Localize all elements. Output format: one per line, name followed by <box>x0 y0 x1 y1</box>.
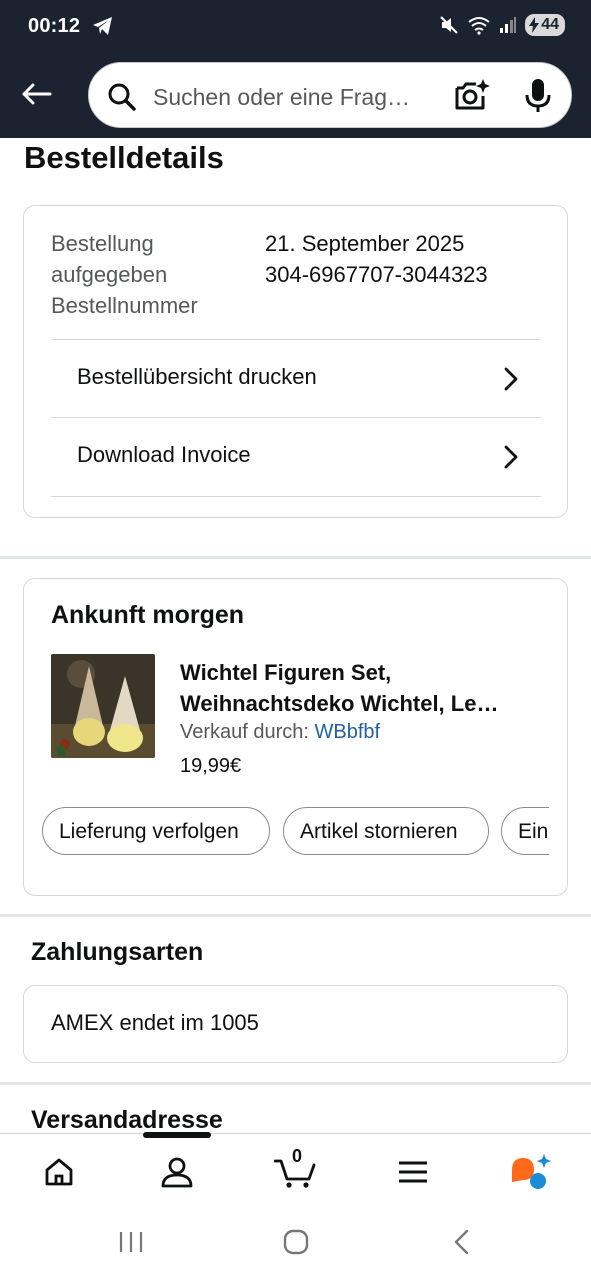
search-icon <box>108 83 136 111</box>
telegram-icon <box>93 17 112 35</box>
battery-indicator: 44 <box>525 14 565 36</box>
chevron-right-icon <box>504 367 518 391</box>
seller-line: Verkauf durch: WBbfbf <box>180 721 380 744</box>
status-time: 00:12 <box>28 15 81 37</box>
charging-icon <box>529 17 540 33</box>
signal-icon <box>500 17 517 33</box>
nav-menu[interactable] <box>391 1150 435 1194</box>
seller-link[interactable]: WBbfbf <box>315 721 381 743</box>
status-bar: 00:12 44 <box>0 0 591 56</box>
app-header: Suchen oder eine Frag… <box>0 56 591 138</box>
back-arrow-icon <box>22 83 52 105</box>
product-thumbnail <box>51 654 155 758</box>
product-image[interactable] <box>51 654 155 758</box>
order-info-labels: Bestellung aufgegeben Bestellnummer <box>51 228 198 321</box>
wifi-icon <box>468 17 490 35</box>
rufus-assistant-icon <box>512 1154 551 1189</box>
chevron-right-icon <box>504 445 518 469</box>
nav-rufus[interactable] <box>508 1150 552 1194</box>
payment-title: Zahlungsarten <box>31 938 204 966</box>
cart-count: 0 <box>292 1146 303 1166</box>
recent-apps-icon[interactable] <box>118 1230 144 1254</box>
order-label-placed-2: aufgegeben <box>51 262 168 287</box>
system-navigation <box>0 1208 591 1280</box>
page-title: Bestelldetails <box>24 140 224 175</box>
camera-search-icon[interactable] <box>453 77 491 113</box>
nav-account[interactable] <box>155 1150 199 1194</box>
seller-prefix: Verkauf durch: <box>180 721 315 743</box>
product-price: 19,99€ <box>180 755 242 777</box>
cancel-item-button[interactable]: Artikel stornieren <box>283 807 489 855</box>
person-icon <box>161 1157 193 1188</box>
payment-card: AMEX endet im 1005 <box>23 985 568 1063</box>
back-button[interactable] <box>16 74 56 114</box>
more-action-button[interactable]: Ein <box>501 807 549 855</box>
bottom-nav: 0 <box>0 1132 591 1208</box>
home-system-icon[interactable] <box>282 1228 310 1256</box>
search-bar[interactable]: Suchen oder eine Frag… <box>88 62 572 128</box>
status-icons: 44 <box>439 14 565 36</box>
nav-cart[interactable]: 0 <box>272 1146 320 1194</box>
product-title[interactable]: Wichtel Figuren Set, Weihnachtsdeko Wich… <box>180 657 550 719</box>
shipping-title: Versandadresse <box>31 1106 223 1134</box>
section-divider <box>0 556 591 559</box>
arrival-card: Ankunft morgen Wichtel Figuren Set, Weih… <box>23 578 568 896</box>
section-divider <box>0 914 591 917</box>
microphone-icon[interactable] <box>523 77 553 115</box>
order-info-values: 21. September 2025 304-6967707-3044323 <box>265 228 488 290</box>
search-input[interactable]: Suchen oder eine Frag… <box>153 84 443 111</box>
home-icon <box>45 1158 73 1186</box>
divider <box>51 496 541 497</box>
order-label-placed-1: Bestellung <box>51 231 154 256</box>
download-invoice-label: Download Invoice <box>77 442 251 467</box>
section-divider <box>0 1082 591 1085</box>
print-summary-label: Bestellübersicht drucken <box>77 364 317 389</box>
active-tab-indicator <box>143 1132 211 1138</box>
download-invoice-row[interactable]: Download Invoice <box>51 417 541 495</box>
order-number: 304-6967707-3044323 <box>265 262 488 287</box>
payment-method: AMEX endet im 1005 <box>51 1010 259 1035</box>
battery-level: 44 <box>541 16 559 33</box>
order-date: 21. September 2025 <box>265 231 465 256</box>
action-chips: Lieferung verfolgen Artikel stornieren E… <box>42 807 549 857</box>
print-summary-row[interactable]: Bestellübersicht drucken <box>51 339 541 417</box>
nav-home[interactable] <box>37 1150 81 1194</box>
order-label-number: Bestellnummer <box>51 293 198 318</box>
mute-icon <box>440 16 458 34</box>
order-info-card: Bestellung aufgegeben Bestellnummer 21. … <box>23 205 568 518</box>
back-system-icon[interactable] <box>452 1228 472 1256</box>
arrival-title: Ankunft morgen <box>51 601 245 629</box>
menu-icon <box>399 1161 427 1183</box>
track-delivery-button[interactable]: Lieferung verfolgen <box>42 807 270 855</box>
